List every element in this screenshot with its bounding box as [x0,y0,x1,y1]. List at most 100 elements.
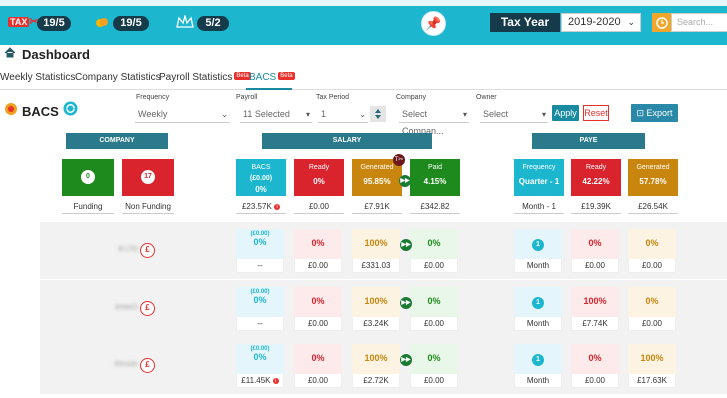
company-section-header: COMPANY [66,133,168,149]
tax-badge-icon[interactable]: T✂ [393,154,405,166]
chevron-down-icon: ▾ [462,110,467,119]
company-name[interactable]: Shroufs [114,361,138,368]
row-salary-cell[interactable]: 100% [352,229,400,259]
row-paye-cell[interactable]: 100% [628,344,676,374]
row-paye-amount: £0.00 [571,374,619,388]
pin-button[interactable]: 📌 [421,11,446,36]
row-paye-cell[interactable]: 0% [628,229,676,259]
owner-select[interactable]: Select ▾ [480,106,548,123]
tax-period-label: Tax Period [316,94,350,101]
apply-button[interactable]: Apply [552,105,579,121]
page-title: Dashboard [22,46,90,62]
row-paye-amount: £7.74K [571,317,619,331]
non-funding-label: Non Funding [122,200,174,214]
company-name[interactable]: B LTD [119,246,138,253]
row-paye-cell[interactable]: 100% [571,287,619,317]
tab-payroll-statistics[interactable]: Payroll Statistics Beta [159,72,251,83]
company-name[interactable]: brews1 [115,304,138,311]
reset-button[interactable]: Reset [583,105,609,121]
beta-badge: Beta [278,72,295,80]
active-tab-indicator [246,88,292,90]
paye-generated-card[interactable]: Generated 57.78% [628,159,678,196]
row-salary-cell[interactable]: (£0.00) 0% [236,287,284,317]
forward-icon[interactable]: ▶▶ [400,239,412,251]
no-funding-icon[interactable]: £ [140,243,155,258]
row-paye-cell[interactable]: 0% [571,229,619,259]
clock-icon [655,16,668,29]
info-icon[interactable]: i [272,377,279,384]
chevron-down-icon: ⌄ [359,110,366,119]
salary-bacs-card[interactable]: BACS (£0.00) 0% [236,159,286,196]
tab-company-statistics[interactable]: Company Statistics [75,72,161,83]
row-salary-cell[interactable]: 0% [294,229,342,259]
row-paye-cell[interactable]: 1 [514,229,562,259]
export-button[interactable]: ⊡ Export [631,104,678,122]
stat-pill-1[interactable]: 19/5 [37,16,71,31]
no-funding-icon[interactable]: £ [140,358,155,373]
row-salary-amount: £0.00 [410,259,458,273]
salary-paid-card[interactable]: Paid 4.15% [410,159,460,196]
sort-stepper-icon[interactable] [370,106,386,122]
funding-card[interactable]: 0 [62,159,114,196]
stat-pill-2[interactable]: 19/5 [113,16,149,31]
paye-generated-total: £26.54K [628,200,678,214]
paye-ready-card[interactable]: Ready 42.22% [571,159,621,196]
row-salary-cell[interactable]: 0% [294,287,342,317]
payroll-label: Payroll [236,94,258,101]
row-paye-cell[interactable]: 0% [571,344,619,374]
tax-scissors-icon[interactable]: TAX ✂ [8,15,39,28]
row-salary-cell[interactable]: 0% [410,229,458,259]
stat-pill-3[interactable]: 5/2 [197,16,229,31]
home-icon [4,45,16,63]
row-paye-cell[interactable]: 1 [514,287,562,317]
salary-bacs-total: £23.57K i [236,200,286,214]
row-salary-cell[interactable]: (£0.00) 0% [236,229,284,259]
row-paye-amount: £0.00 [571,259,619,273]
row-salary-amount: £2.72K [352,374,400,388]
row-salary-amount: £0.00 [294,259,342,273]
info-icon[interactable]: i [274,203,281,210]
forward-icon[interactable]: ▶▶ [400,354,412,366]
chevron-down-icon: ▾ [305,110,310,119]
row-salary-cell[interactable]: 100% [352,287,400,317]
export-icon: ⊡ [636,108,647,118]
salary-ready-card[interactable]: Ready 0% [294,159,344,196]
row-salary-cell[interactable]: 0% [294,344,342,374]
owner-label: Owner [476,94,497,101]
tab-weekly-statistics[interactable]: Weekly Statistics [0,72,75,83]
history-button[interactable] [652,13,671,32]
chevron-down-icon: ⌄ [627,17,635,27]
row-salary-amount: £3.24K [352,317,400,331]
company-select[interactable]: Select Compan... ▾ [399,106,469,136]
payroll-select[interactable]: 11 Selected ▾ [240,106,312,123]
month-count: 1 [532,239,544,251]
row-paye-amount: Month [514,259,562,273]
salary-paid-total: £342.82 [410,200,460,214]
no-funding-icon[interactable]: £ [140,301,155,316]
tab-bacs[interactable]: BACS Beta [249,72,295,83]
company-label: Company [396,94,426,101]
row-salary-cell[interactable]: 0% [410,344,458,374]
crown-icon [176,13,194,34]
tab-bar: Weekly Statistics Company Statistics Pay… [0,70,727,90]
tax-year-select[interactable]: 2019-2020 ⌄ [561,13,641,32]
row-paye-amount: £0.00 [628,259,676,273]
forward-icon[interactable]: ▶▶ [400,297,412,309]
row-paye-cell[interactable]: 1 [514,344,562,374]
paye-frequency-card[interactable]: Frequency Quarter - 1 [514,159,564,196]
row-salary-cell[interactable]: 100% [352,344,400,374]
non-funding-card[interactable]: 17 [122,159,174,196]
row-paye-cell[interactable]: 0% [628,287,676,317]
pin-icon: 📌 [425,15,442,31]
row-salary-cell[interactable]: 0% [410,287,458,317]
salary-generated-total: £7.91K [352,200,402,214]
frequency-select[interactable]: Weekly ⌄ [135,106,230,123]
row-salary-cell[interactable]: (£0.00) 0% [236,344,284,374]
row-salary-amount: £0.00 [294,374,342,388]
tax-year-value: 2019-2020 [568,16,621,28]
search-input[interactable]: Search... [671,13,727,32]
row-salary-amount: -- [236,259,284,273]
row-salary-amount: £0.00 [410,374,458,388]
refresh-icon[interactable] [63,101,78,121]
tax-period-select[interactable]: 1 ⌄ [318,106,368,123]
